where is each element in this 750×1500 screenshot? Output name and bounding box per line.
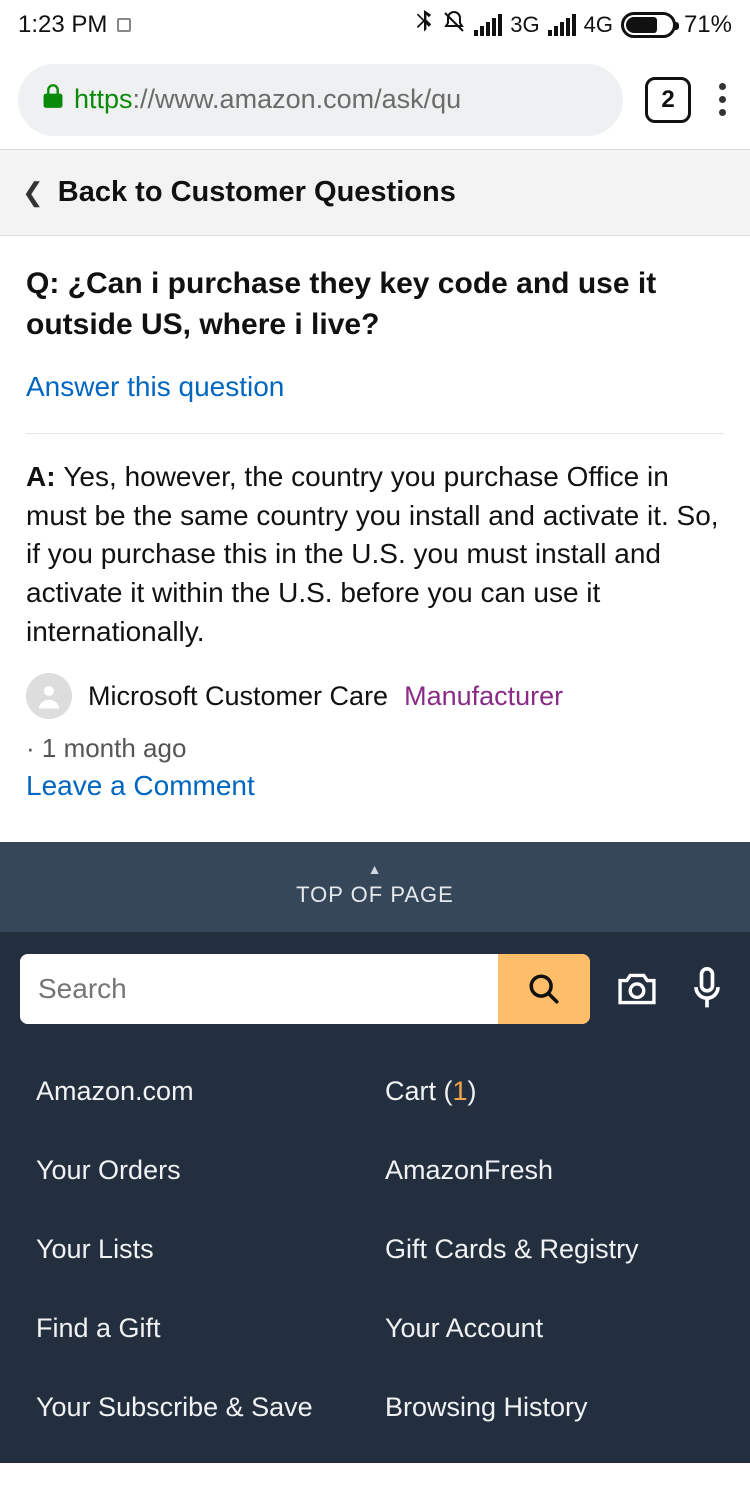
avatar-icon [26, 673, 72, 719]
search-icon [527, 972, 561, 1006]
camera-icon [615, 970, 659, 1008]
top-of-page-button[interactable]: ▲ TOP OF PAGE [0, 842, 750, 932]
tab-count: 2 [661, 86, 674, 114]
signal-2-icon [548, 14, 576, 36]
battery-percent: 71% [684, 11, 732, 39]
microphone-icon [690, 967, 724, 1011]
voice-search-button[interactable] [684, 966, 730, 1012]
network-1-label: 3G [510, 12, 539, 38]
footer-link-giftcards[interactable]: Gift Cards & Registry [385, 1234, 714, 1265]
question-text: ¿Can i purchase they key code and use it… [26, 267, 656, 341]
manufacturer-badge: Manufacturer [404, 681, 563, 712]
footer-link-cart[interactable]: Cart (1) [385, 1076, 714, 1107]
leave-comment-link[interactable]: Leave a Comment [26, 770, 724, 802]
page-footer: ▲ TOP OF PAGE Amazon.com Cart (1) Your O… [0, 842, 750, 1463]
search-box [20, 954, 590, 1024]
answer-this-question-link[interactable]: Answer this question [26, 371, 724, 403]
author-name: Microsoft Customer Care [88, 681, 388, 712]
browser-bar: https://www.amazon.com/ask/qu 2 [0, 50, 750, 150]
url-bar[interactable]: https://www.amazon.com/ask/qu [18, 64, 623, 136]
footer-link-findgift[interactable]: Find a Gift [36, 1313, 365, 1344]
footer-link-account[interactable]: Your Account [385, 1313, 714, 1344]
network-2-label: 4G [584, 12, 613, 38]
back-label: Back to Customer Questions [58, 176, 456, 209]
notification-icon [117, 18, 131, 32]
footer-link-subscribe[interactable]: Your Subscribe & Save [36, 1392, 365, 1423]
cart-count: 1 [453, 1076, 468, 1106]
answer-text: Yes, however, the country you purchase O… [26, 461, 719, 647]
footer-search-row [0, 932, 750, 1052]
lock-icon [42, 83, 64, 116]
search-input[interactable] [20, 954, 498, 1024]
footer-links: Amazon.com Cart (1) Your Orders AmazonFr… [0, 1052, 750, 1463]
footer-link-amazon[interactable]: Amazon.com [36, 1076, 365, 1107]
back-to-questions[interactable]: ❮ Back to Customer Questions [0, 150, 750, 236]
mute-icon [442, 10, 466, 41]
footer-link-fresh[interactable]: AmazonFresh [385, 1155, 714, 1186]
answer-block: A: Yes, however, the country you purchas… [26, 458, 724, 651]
battery-icon [621, 12, 676, 38]
footer-link-lists[interactable]: Your Lists [36, 1234, 365, 1265]
question-block: Q: ¿Can i purchase they key code and use… [26, 264, 724, 345]
search-button[interactable] [498, 954, 590, 1024]
chevron-left-icon: ❮ [22, 177, 44, 208]
a-prefix: A: [26, 461, 63, 492]
url-scheme: https [74, 84, 133, 115]
bluetooth-icon [414, 10, 434, 41]
q-prefix: Q: [26, 267, 68, 300]
clock: 1:23 PM [18, 11, 107, 39]
camera-search-button[interactable] [614, 966, 660, 1012]
top-of-page-label: TOP OF PAGE [296, 882, 454, 907]
answer-timestamp: · 1 month ago [26, 733, 724, 764]
status-bar: 1:23 PM 3G 4G 71% [0, 0, 750, 50]
tabs-button[interactable]: 2 [645, 77, 691, 123]
url-path: ://www.amazon.com/ask/qu [133, 84, 462, 115]
footer-link-history[interactable]: Browsing History [385, 1392, 714, 1423]
footer-link-orders[interactable]: Your Orders [36, 1155, 365, 1186]
qa-content: Q: ¿Can i purchase they key code and use… [0, 236, 750, 842]
menu-button[interactable] [713, 77, 732, 122]
caret-up-icon: ▲ [0, 862, 750, 876]
signal-1-icon [474, 14, 502, 36]
divider [26, 433, 724, 434]
author-row: Microsoft Customer Care Manufacturer [26, 673, 724, 719]
